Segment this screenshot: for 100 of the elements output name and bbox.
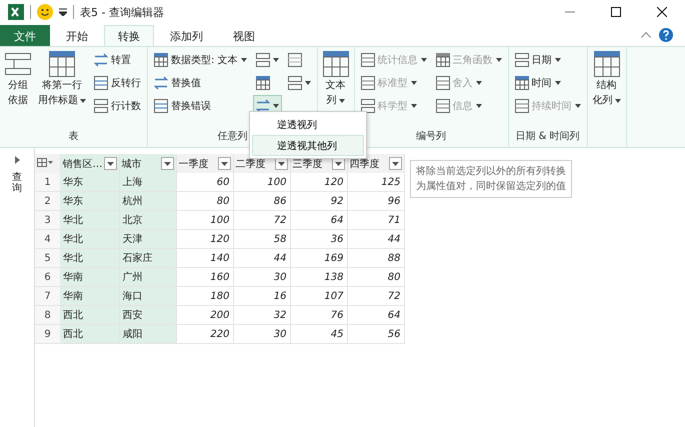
caret-icon — [554, 58, 561, 62]
ribbon-tab[interactable]: 开始 — [52, 25, 102, 46]
table-cell: 96 — [347, 192, 404, 210]
table-cell: 30 — [233, 268, 290, 286]
swap-arrows-icon — [94, 53, 108, 67]
ribbon-button[interactable]: 转置 — [91, 49, 144, 71]
table-cell: 西安 — [119, 306, 176, 324]
table-cell: 200 — [176, 306, 233, 324]
table-cell: 华南 — [60, 286, 119, 306]
table-cell: 华北 — [60, 210, 119, 230]
ribbon-button[interactable]: 数据类型: 文本 — [151, 49, 250, 71]
table-cell: 88 — [347, 248, 404, 268]
row-number: 1 — [35, 173, 60, 192]
filter-button[interactable] — [218, 157, 230, 170]
caret-icon — [240, 58, 247, 62]
table-cell: 华南 — [60, 268, 119, 286]
ribbon-tab[interactable]: 添加列 — [156, 25, 217, 46]
rows-icon — [514, 53, 529, 67]
caret-icon — [410, 104, 417, 108]
table-cell: 西北 — [60, 324, 119, 344]
ribbon-button[interactable]: 日期 — [512, 49, 584, 71]
collapse-ribbon-icon[interactable] — [641, 32, 651, 38]
column-header[interactable]: 销售区… — [60, 154, 119, 173]
caret-icon — [272, 104, 279, 108]
rows-icon — [256, 53, 270, 67]
table-cell: 西北 — [60, 306, 119, 324]
caret-icon — [392, 162, 398, 166]
table-cell: 125 — [347, 173, 404, 192]
caret-icon — [80, 98, 86, 102]
list-icon — [154, 99, 168, 113]
filter-button[interactable] — [104, 157, 116, 170]
table-cell: 杭州 — [119, 192, 176, 210]
caret-icon — [420, 58, 427, 62]
caret-icon — [106, 162, 114, 166]
caret-icon — [334, 162, 342, 166]
list-icon — [360, 76, 375, 90]
menu-item[interactable]: 逆透视其他列 — [252, 135, 364, 156]
table-cell: 44 — [347, 230, 404, 248]
ribbon-button[interactable]: 结构 化列 — [590, 49, 623, 109]
group-label: 任意列 — [217, 130, 248, 143]
ribbon-tab[interactable]: 转换 — [104, 25, 154, 46]
table-icon — [436, 53, 450, 67]
table-cell: 140 — [176, 248, 233, 268]
row-number: 2 — [35, 192, 60, 210]
expand-icon[interactable] — [14, 156, 20, 164]
rows-icon — [5, 51, 31, 77]
table-icon — [154, 53, 168, 67]
table-cell: 80 — [347, 268, 404, 286]
table-cell: 72 — [347, 286, 404, 306]
column-header[interactable]: 一季度 — [176, 154, 233, 173]
column-title: 三季度 — [292, 158, 322, 170]
customize-dropdown-icon[interactable] — [59, 8, 67, 16]
table-icon — [594, 51, 620, 77]
ribbon-button[interactable]: 文本 列 — [320, 49, 351, 109]
table-cell: 80 — [176, 192, 233, 210]
column-title: 城市 — [122, 158, 142, 170]
help-icon[interactable] — [659, 28, 673, 42]
ribbon-button[interactable]: 时间 — [512, 72, 584, 94]
group-label: 表 — [68, 130, 78, 143]
column-title: 二季度 — [236, 158, 266, 170]
ribbon-button[interactable]: 反转行 — [91, 72, 144, 94]
caret-icon — [574, 104, 581, 108]
filter-button[interactable] — [160, 157, 174, 170]
table-menu-icon[interactable] — [37, 158, 53, 166]
caret-icon — [220, 162, 228, 166]
table-cell: 60 — [176, 173, 233, 192]
rows-icon — [288, 76, 302, 90]
table-cell: 华北 — [60, 230, 119, 248]
tooltip: 将除当前选定列以外的所有列转换为属性值对，同时保留选定列的值 — [410, 160, 572, 198]
table-cell: 咸阳 — [119, 324, 176, 344]
ribbon-button[interactable]: 行计数 — [91, 95, 144, 117]
table-cell: 100 — [176, 210, 233, 230]
ribbon-button[interactable]: 将第一行 用作标题 — [36, 49, 88, 109]
table-cell: 160 — [176, 268, 233, 286]
ribbon-button[interactable]: 替换错误 — [151, 95, 250, 117]
caret-icon — [338, 98, 345, 102]
table-cell: 华东 — [60, 192, 119, 210]
caret-icon — [476, 81, 482, 85]
spreadsheet-logo-icon — [8, 4, 24, 20]
filter-button[interactable] — [388, 157, 402, 170]
list-icon — [94, 76, 108, 90]
caret-icon — [410, 81, 417, 85]
table-cell: 30 — [233, 324, 290, 344]
column-title: 销售区… — [62, 158, 102, 170]
row-number: 6 — [35, 268, 60, 286]
ribbon-button[interactable]: 分组 依据 — [3, 49, 33, 109]
file-tab[interactable]: 文件 — [0, 25, 50, 46]
table-cell: 海口 — [119, 286, 176, 306]
ribbon-tab[interactable]: 视图 — [219, 25, 269, 46]
list-icon — [360, 53, 375, 67]
table-cell: 36 — [290, 230, 347, 248]
row-number: 8 — [35, 306, 60, 324]
table-cell: 64 — [290, 210, 347, 230]
column-header[interactable]: 城市 — [119, 154, 176, 173]
rows-icon — [360, 99, 375, 113]
table-cell: 92 — [290, 192, 347, 210]
caret-icon — [278, 162, 284, 166]
smiley-icon[interactable] — [37, 4, 53, 20]
table-cell: 58 — [233, 230, 290, 248]
ribbon-button[interactable]: 替换值 — [151, 72, 250, 94]
